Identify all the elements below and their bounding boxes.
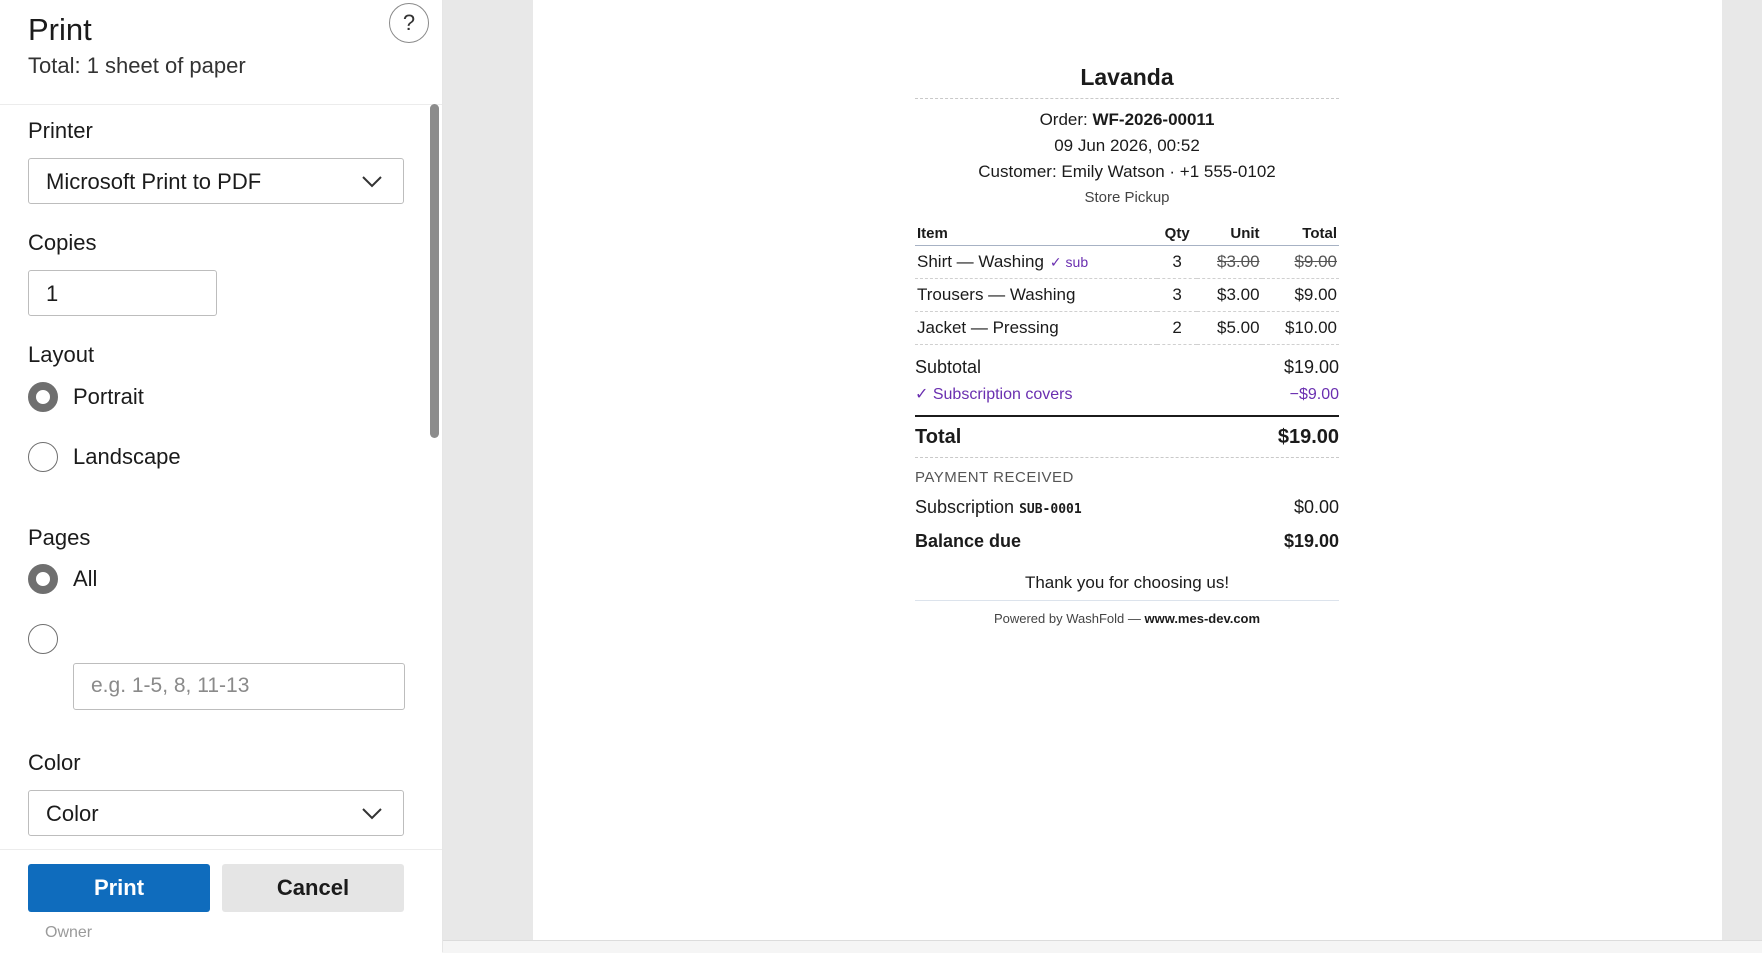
pages-range-radio[interactable] <box>28 624 58 654</box>
item-total: $9.00 <box>1261 278 1339 312</box>
scrollbar-thumb[interactable] <box>430 104 439 438</box>
copies-input[interactable]: 1 <box>28 270 217 316</box>
col-qty: Qty <box>1157 221 1198 246</box>
item-total: $9.00 <box>1261 245 1339 279</box>
delivery-method: Store Pickup <box>1084 189 1170 206</box>
order-line: Order: WF-2026-00011 <box>915 107 1339 133</box>
dialog-title: Print <box>28 12 92 47</box>
receipt: Lavanda Order: WF-2026-00011 09 Jun 2026… <box>915 60 1339 626</box>
payment-heading: PAYMENT RECEIVED <box>915 469 1074 486</box>
table-row: Jacket — Pressing 2 $5.00 $10.00 <box>915 311 1339 345</box>
balance-value: $19.00 <box>1283 531 1339 551</box>
powered-site: www.mes-dev.com <box>1144 611 1261 626</box>
sheet-count: Total: 1 sheet of paper <box>28 53 246 78</box>
table-row: Shirt — Washing ✓ sub 3 $3.00 $9.00 <box>915 245 1339 279</box>
landscape-label: Landscape <box>73 444 181 469</box>
powered-by: Powered by WashFold — www.mes-dev.com <box>915 611 1339 626</box>
item-qty: 2 <box>1157 311 1198 345</box>
payment-row: Subscription SUB-0001 $0.00 <box>915 490 1339 524</box>
pages-label: Pages <box>28 525 91 550</box>
pages-range-placeholder: e.g. 1-5, 8, 11-13 <box>91 674 250 697</box>
table-row: Trousers — Washing 3 $3.00 $9.00 <box>915 278 1339 312</box>
layout-label: Layout <box>28 342 95 367</box>
subtotal-label: Subtotal <box>915 357 982 377</box>
color-select[interactable]: Color <box>28 790 404 836</box>
print-settings-panel: Print Total: 1 sheet of paper ? Printer … <box>0 0 443 953</box>
color-value: Color <box>46 801 99 826</box>
items-header-row: Item Qty Unit Total <box>915 221 1339 246</box>
chevron-down-icon <box>362 176 382 188</box>
subtotal-row: Subtotal $19.00 <box>915 353 1339 381</box>
panel-header: Print Total: 1 sheet of paper ? <box>0 0 442 105</box>
printer-label: Printer <box>28 118 93 143</box>
col-item: Item <box>915 221 1158 246</box>
subscription-amount: −$9.00 <box>1289 386 1339 403</box>
customer-info: Customer: Emily Watson · +1 555-0102 <box>978 162 1276 181</box>
print-preview-area: Lavanda Order: WF-2026-00011 09 Jun 2026… <box>443 0 1762 952</box>
help-button[interactable]: ? <box>389 3 429 43</box>
subscription-tag: ✓ sub <box>1049 254 1089 270</box>
background-owner-text: Owner <box>45 924 93 941</box>
item-qty: 3 <box>1157 245 1198 279</box>
portrait-label: Portrait <box>73 384 144 409</box>
pages-all-label: All <box>73 566 98 591</box>
item-qty: 3 <box>1157 278 1198 312</box>
order-label: Order: <box>1039 110 1088 129</box>
copies-value: 1 <box>46 281 59 306</box>
balance-row: Balance due $19.00 <box>915 524 1339 558</box>
divider <box>915 98 1339 99</box>
pages-all-radio[interactable] <box>28 564 58 594</box>
powered-prefix: Powered by WashFold — <box>993 611 1145 626</box>
settings-scroll-area[interactable]: Printer Microsoft Print to PDF Copies 1 … <box>0 104 442 849</box>
total-value: $19.00 <box>1277 426 1339 448</box>
item-name: Jacket — Pressing <box>915 311 1158 345</box>
copies-label: Copies <box>28 230 97 255</box>
landscape-radio[interactable] <box>28 442 58 472</box>
payment-code: SUB-0001 <box>1019 502 1082 517</box>
printer-select[interactable]: Microsoft Print to PDF <box>28 158 404 204</box>
balance-label: Balance due <box>915 531 1022 551</box>
cancel-button[interactable]: Cancel <box>222 864 404 912</box>
item-total: $10.00 <box>1261 311 1339 345</box>
item-name: Trousers — Washing <box>915 278 1158 312</box>
portrait-radio[interactable] <box>28 382 58 412</box>
item-unit: $3.00 <box>1197 278 1262 312</box>
item-unit: $3.00 <box>1197 245 1262 279</box>
printer-value: Microsoft Print to PDF <box>46 169 262 194</box>
store-name: Lavanda <box>1080 64 1174 90</box>
chevron-down-icon <box>362 808 382 820</box>
subscription-row: ✓ Subscription covers −$9.00 <box>915 381 1339 409</box>
order-number: WF-2026-00011 <box>1092 110 1215 129</box>
total-label: Total <box>915 426 962 448</box>
payment-label: Subscription <box>915 497 1015 517</box>
thank-you-message: Thank you for choosing us! <box>915 566 1339 601</box>
item-name: Shirt — Washing ✓ sub <box>915 245 1158 279</box>
col-unit: Unit <box>1197 221 1262 246</box>
subtotal-value: $19.00 <box>1283 357 1339 377</box>
subscription-label: ✓ Subscription covers <box>915 386 1073 403</box>
preview-page: Lavanda Order: WF-2026-00011 09 Jun 2026… <box>533 0 1722 940</box>
item-unit: $5.00 <box>1197 311 1262 345</box>
total-row: Total $19.00 <box>915 415 1339 458</box>
preview-bottom-strip <box>443 940 1762 953</box>
item-label: Shirt — Washing <box>917 252 1044 271</box>
color-label: Color <box>28 750 81 775</box>
payment-method: Subscription SUB-0001 <box>915 490 1082 527</box>
order-datetime: 09 Jun 2026, 00:52 <box>1054 136 1200 155</box>
payment-amount: $0.00 <box>1293 497 1339 517</box>
col-total: Total <box>1261 221 1339 246</box>
pages-range-input[interactable]: e.g. 1-5, 8, 11-13 <box>73 663 405 710</box>
items-table: Item Qty Unit Total Shirt — Washing ✓ sub… <box>915 221 1339 345</box>
print-button[interactable]: Print <box>28 864 210 912</box>
